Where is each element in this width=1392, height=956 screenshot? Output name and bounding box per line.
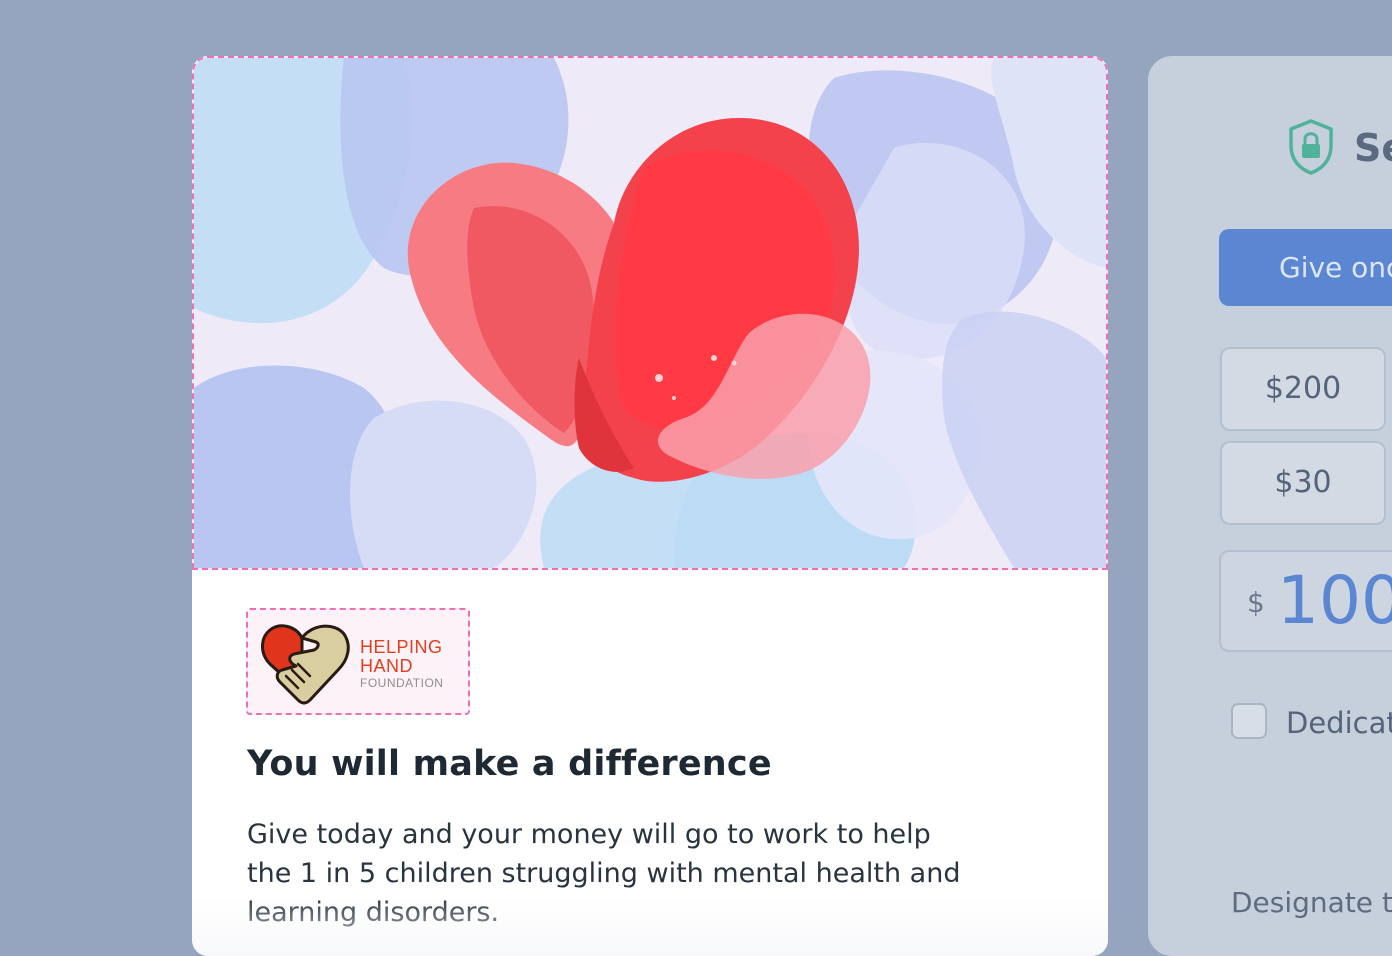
- custom-amount-value[interactable]: 100: [1277, 562, 1392, 639]
- designate-label: Designate t: [1231, 886, 1392, 919]
- bottom-fade: [192, 896, 1108, 956]
- dedicate-checkbox[interactable]: [1231, 703, 1267, 739]
- hero-image: [192, 56, 1108, 570]
- dedicate-label[interactable]: Dedicat: [1286, 706, 1392, 740]
- campaign-title: You will make a difference: [247, 744, 772, 784]
- logo-line-1: HELPING: [360, 637, 443, 657]
- custom-amount-input[interactable]: $ 100: [1219, 550, 1392, 652]
- give-once-button[interactable]: Give onc: [1219, 229, 1392, 306]
- heart-handshake-icon: [261, 624, 350, 705]
- logo-line-2: HAND: [360, 656, 414, 676]
- donation-panel: Se Give onc $200 $30 $ 100 Dedicat Desig…: [1148, 56, 1392, 956]
- currency-symbol: $: [1247, 586, 1265, 619]
- campaign-card: HELPING HAND FOUNDATION You will make a …: [192, 56, 1108, 956]
- secure-donation-heading: Se: [1354, 126, 1392, 170]
- amount-option-200[interactable]: $200: [1220, 347, 1386, 431]
- logo-line-3: FOUNDATION: [360, 676, 444, 690]
- logo-wordmark: HELPING HAND FOUNDATION: [360, 637, 444, 691]
- shield-lock-icon: [1289, 119, 1333, 175]
- foundation-logo: HELPING HAND FOUNDATION: [246, 608, 470, 715]
- amount-option-30[interactable]: $30: [1220, 441, 1386, 525]
